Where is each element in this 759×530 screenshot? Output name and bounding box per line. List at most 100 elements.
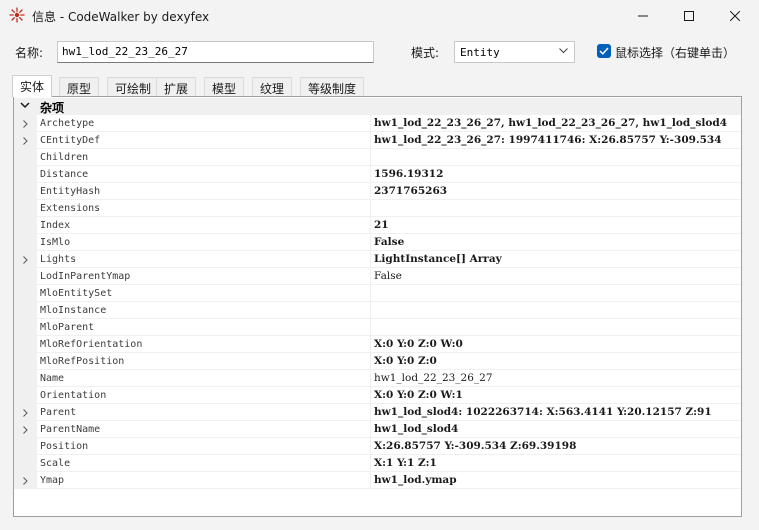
- property-name: Position: [37, 438, 370, 455]
- property-row[interactable]: Archetype hw1_lod_22_23_26_27, hw1_lod_22…: [14, 115, 741, 132]
- property-name: Parent: [37, 404, 370, 421]
- tab-extensions[interactable]: 扩展: [156, 77, 197, 96]
- property-row[interactable]: CEntityDef hw1_lod_22_23_26_27: 199741174…: [14, 132, 741, 149]
- tab-archetype[interactable]: 原型: [59, 77, 100, 96]
- property-row[interactable]: EntityHash 2371765263: [14, 183, 741, 200]
- mode-dropdown[interactable]: Entity: [454, 41, 575, 63]
- chevron-right-icon[interactable]: [23, 137, 28, 145]
- property-value[interactable]: X:0 Y:0 Z:0 W:1: [370, 387, 741, 404]
- property-value[interactable]: X:0 Y:0 Z:0: [370, 353, 741, 370]
- property-row[interactable]: Orientation X:0 Y:0 Z:0 W:1: [14, 387, 741, 404]
- property-row[interactable]: Name hw1_lod_22_23_26_27: [14, 370, 741, 387]
- tab-entity[interactable]: 实体: [12, 75, 53, 97]
- property-value[interactable]: False: [370, 268, 741, 285]
- property-value[interactable]: [370, 302, 741, 319]
- property-value[interactable]: 1596.19312: [370, 166, 741, 183]
- row-gutter: [14, 115, 37, 132]
- property-value[interactable]: False: [370, 234, 741, 251]
- mode-selected-value: Entity: [460, 46, 500, 59]
- property-name: CEntityDef: [37, 132, 370, 149]
- property-value[interactable]: 21: [370, 217, 741, 234]
- minimize-button[interactable]: [620, 0, 666, 31]
- property-value[interactable]: X:0 Y:0 Z:0 W:0: [370, 336, 741, 353]
- property-value[interactable]: [370, 285, 741, 302]
- title-bar: 信息 - CodeWalker by dexyfex: [0, 0, 759, 31]
- property-value[interactable]: hw1_lod_22_23_26_27: 1997411746: X:26.85…: [370, 132, 741, 149]
- row-gutter: [14, 370, 37, 387]
- tab-textures[interactable]: 纹理: [252, 77, 293, 96]
- category-row-misc[interactable]: 杂项: [14, 98, 741, 115]
- property-value[interactable]: X:26.85757 Y:-309.534 Z:69.39198: [370, 438, 741, 455]
- property-row[interactable]: Index 21: [14, 217, 741, 234]
- row-gutter: [14, 149, 37, 166]
- maximize-icon: [684, 10, 694, 21]
- chevron-right-icon[interactable]: [23, 477, 28, 485]
- tab-drawable[interactable]: 可绘制: [107, 77, 160, 96]
- property-row[interactable]: MloRefOrientation X:0 Y:0 Z:0 W:0: [14, 336, 741, 353]
- row-gutter: [14, 251, 37, 268]
- property-row[interactable]: MloRefPosition X:0 Y:0 Z:0: [14, 353, 741, 370]
- tab-models[interactable]: 模型: [204, 77, 245, 96]
- row-gutter: [14, 268, 37, 285]
- close-button[interactable]: [712, 0, 758, 31]
- property-value[interactable]: hw1_lod_22_23_26_27: [370, 370, 741, 387]
- property-name: Archetype: [37, 115, 370, 132]
- chevron-right-icon[interactable]: [23, 256, 28, 264]
- tab-hierarchy[interactable]: 等级制度: [300, 77, 365, 96]
- property-row[interactable]: ParentName hw1_lod_slod4: [14, 421, 741, 438]
- row-gutter: [14, 285, 37, 302]
- name-label: 名称:: [15, 46, 44, 60]
- property-row[interactable]: Position X:26.85757 Y:-309.534 Z:69.39198: [14, 438, 741, 455]
- codewalker-app-icon: [9, 7, 25, 23]
- property-value[interactable]: LightInstance[] Array: [370, 251, 741, 268]
- property-name: MloEntitySet: [37, 285, 370, 302]
- property-name: MloRefOrientation: [37, 336, 370, 353]
- property-row[interactable]: Parent hw1_lod_slod4: 1022263714: X:563.4…: [14, 404, 741, 421]
- property-row[interactable]: MloEntitySet: [14, 285, 741, 302]
- property-name: Extensions: [37, 200, 370, 217]
- property-value[interactable]: hw1_lod_22_23_26_27, hw1_lod_22_23_26_27…: [370, 115, 741, 132]
- mouse-select-checkbox[interactable]: [597, 44, 611, 58]
- property-row[interactable]: LodInParentYmap False: [14, 268, 741, 285]
- row-gutter: [14, 421, 37, 438]
- row-gutter: [14, 472, 37, 489]
- property-value[interactable]: X:1 Y:1 Z:1: [370, 455, 741, 472]
- property-name: Lights: [37, 251, 370, 268]
- name-input[interactable]: hw1_lod_22_23_26_27: [57, 41, 374, 63]
- chevron-right-icon[interactable]: [23, 426, 28, 434]
- mouse-select-label[interactable]: 鼠标选择（右键单击）: [615, 44, 735, 61]
- property-row[interactable]: Distance 1596.19312: [14, 166, 741, 183]
- chevron-down-icon[interactable]: [20, 102, 30, 109]
- property-row[interactable]: Children: [14, 149, 741, 166]
- property-row[interactable]: Extensions: [14, 200, 741, 217]
- row-gutter: [14, 217, 37, 234]
- property-row[interactable]: Scale X:1 Y:1 Z:1: [14, 455, 741, 472]
- property-row[interactable]: IsMlo False: [14, 234, 741, 251]
- property-value[interactable]: [370, 200, 741, 217]
- property-row[interactable]: Ymap hw1_lod.ymap: [14, 472, 741, 489]
- property-name: Ymap: [37, 472, 370, 489]
- property-row[interactable]: Lights LightInstance[] Array: [14, 251, 741, 268]
- property-name: LodInParentYmap: [37, 268, 370, 285]
- property-name: ParentName: [37, 421, 370, 438]
- property-row[interactable]: MloInstance: [14, 302, 741, 319]
- mode-label: 模式:: [411, 46, 440, 60]
- property-value[interactable]: 2371765263: [370, 183, 741, 200]
- property-value[interactable]: hw1_lod.ymap: [370, 472, 741, 489]
- checkmark-icon: [599, 47, 609, 55]
- chevron-down-icon: [559, 48, 568, 54]
- property-grid[interactable]: 杂项 Archetype hw1_lod_22_23_26_27, hw1_lod…: [13, 96, 742, 517]
- property-name: MloInstance: [37, 302, 370, 319]
- minimize-icon: [638, 15, 648, 16]
- property-name: Index: [37, 217, 370, 234]
- row-gutter: [14, 183, 37, 200]
- property-value[interactable]: [370, 319, 741, 336]
- property-row[interactable]: MloParent: [14, 319, 741, 336]
- property-value[interactable]: [370, 149, 741, 166]
- maximize-button[interactable]: [666, 0, 712, 31]
- property-value[interactable]: hw1_lod_slod4: [370, 421, 741, 438]
- property-value[interactable]: hw1_lod_slod4: 1022263714: X:563.4141 Y:…: [370, 404, 741, 421]
- property-name: EntityHash: [37, 183, 370, 200]
- chevron-right-icon[interactable]: [23, 120, 28, 128]
- chevron-right-icon[interactable]: [23, 409, 28, 417]
